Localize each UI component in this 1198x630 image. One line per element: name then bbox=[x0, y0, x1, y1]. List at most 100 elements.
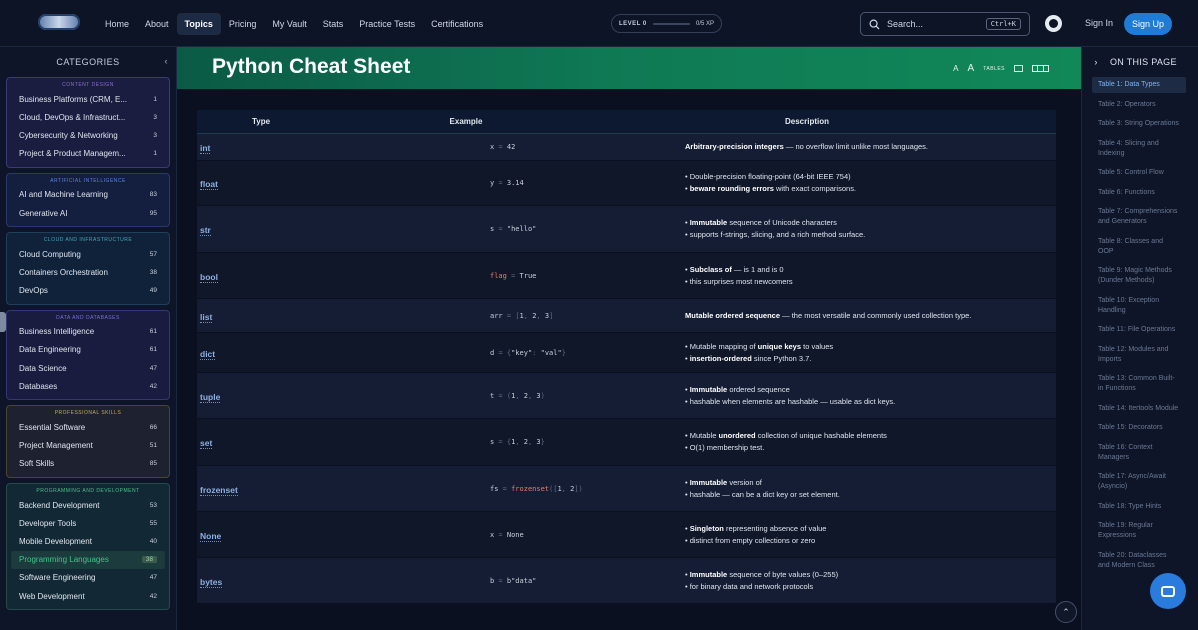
toc-item[interactable]: Table 14: Itertools Module bbox=[1092, 401, 1186, 417]
categories-sidebar: CATEGORIES ‹ CONTENT DESIGN Business Plat… bbox=[0, 47, 177, 630]
code-token: b"data" bbox=[506, 576, 537, 585]
category-item[interactable]: Backend Development 53 bbox=[7, 496, 169, 514]
description-line: • beware rounding errors with exact comp… bbox=[685, 183, 1056, 195]
font-increase-button[interactable]: A bbox=[968, 63, 975, 74]
category-item[interactable]: Soft Skills 85 bbox=[7, 455, 169, 473]
header-description: Description bbox=[785, 117, 830, 126]
category-count: 3 bbox=[153, 131, 157, 139]
description-line: • Immutable ordered sequence bbox=[685, 384, 1056, 396]
table-row: list arr = [1, 2, 3] Mutable ordered seque… bbox=[197, 299, 1056, 333]
category-item[interactable]: Web Development 42 bbox=[7, 587, 169, 605]
type-link[interactable]: bool bbox=[200, 271, 218, 283]
description-line: Mutable ordered sequence — the most vers… bbox=[685, 310, 1056, 322]
tables-label: TABLES bbox=[983, 65, 1005, 72]
toc-item[interactable]: Table 11: File Operations bbox=[1092, 322, 1186, 338]
toc-item[interactable]: Table 16: Context Managers bbox=[1092, 440, 1186, 466]
description-text: — is 1 and is 0 bbox=[731, 264, 784, 274]
code-token: = bbox=[494, 225, 507, 233]
category-item[interactable]: Project & Product Managem... 1 bbox=[7, 145, 169, 163]
sign-in-link[interactable]: Sign In bbox=[1085, 18, 1113, 28]
site-logo[interactable] bbox=[38, 14, 80, 30]
category-item[interactable]: Data Science 47 bbox=[7, 359, 169, 377]
type-link[interactable]: int bbox=[200, 143, 211, 154]
category-item[interactable]: Software Engineering 47 bbox=[7, 569, 169, 587]
category-item[interactable]: Generative AI 95 bbox=[7, 204, 169, 222]
toc-item[interactable]: Table 5: Control Flow bbox=[1092, 165, 1186, 181]
nav-link-stats[interactable]: Stats bbox=[315, 13, 352, 35]
category-item[interactable]: AI and Machine Learning 83 bbox=[7, 186, 169, 204]
sign-up-button[interactable]: Sign Up bbox=[1124, 13, 1172, 35]
search-box[interactable]: Search... Ctrl+K bbox=[860, 12, 1030, 36]
category-item[interactable]: Mobile Development 40 bbox=[7, 532, 169, 550]
category-item[interactable]: Business Intelligence 61 bbox=[7, 323, 169, 341]
single-column-icon[interactable] bbox=[1014, 65, 1023, 72]
description-cell: • Immutable sequence of byte values (0–2… bbox=[607, 569, 1056, 593]
category-item[interactable]: Cybersecurity & Networking 3 bbox=[7, 126, 169, 144]
category-name: Mobile Development bbox=[19, 536, 92, 546]
category-name: Cloud Computing bbox=[19, 249, 81, 259]
category-item[interactable]: DevOps 49 bbox=[7, 282, 169, 300]
nav-link-certifications[interactable]: Certifications bbox=[423, 13, 491, 35]
type-link[interactable]: list bbox=[200, 311, 213, 323]
toc-item[interactable]: Table 1: Data Types bbox=[1092, 77, 1186, 93]
toc-item[interactable]: Table 10: Exception Handling bbox=[1092, 293, 1186, 319]
type-link[interactable]: frozenset bbox=[200, 484, 238, 496]
code-token: : bbox=[532, 348, 541, 357]
category-item[interactable]: Databases 42 bbox=[7, 377, 169, 395]
type-link[interactable]: float bbox=[200, 179, 218, 190]
toc-item[interactable]: Table 8: Classes and OOP bbox=[1092, 234, 1186, 260]
toc-item[interactable]: Table 4: Slicing and Indexing bbox=[1092, 136, 1186, 162]
nav-link-about[interactable]: About bbox=[137, 13, 177, 35]
description-text: ordered sequence bbox=[727, 384, 790, 394]
font-decrease-button[interactable]: A bbox=[953, 64, 958, 73]
page-title: Python Cheat Sheet bbox=[212, 55, 411, 78]
type-link[interactable]: dict bbox=[200, 348, 216, 360]
scroll-to-top-button[interactable]: ⌃ bbox=[1055, 601, 1077, 623]
nav-link-home[interactable]: Home bbox=[97, 13, 137, 35]
collapse-chevron-icon[interactable]: ‹ bbox=[165, 56, 169, 66]
category-item[interactable]: Programming Languages 38 bbox=[11, 550, 165, 569]
category-item[interactable]: Data Engineering 61 bbox=[7, 341, 169, 359]
category-item[interactable]: Project Management 51 bbox=[7, 437, 169, 455]
category-item[interactable]: Containers Orchestration 38 bbox=[7, 263, 169, 281]
description-cell: Mutable ordered sequence — the most vers… bbox=[607, 310, 1056, 322]
type-link[interactable]: str bbox=[200, 225, 211, 236]
code-token: = bbox=[494, 438, 507, 446]
category-item[interactable]: Developer Tools 55 bbox=[7, 514, 169, 532]
nav-link-practice-tests[interactable]: Practice Tests bbox=[351, 13, 423, 35]
toc-item[interactable]: Table 20: Dataclasses and Modern Class bbox=[1092, 548, 1186, 574]
three-column-icon[interactable] bbox=[1032, 65, 1049, 72]
nav-link-topics[interactable]: Topics bbox=[176, 12, 221, 35]
sidebar-resize-handle[interactable] bbox=[0, 312, 6, 332]
toc-item[interactable]: Table 3: String Operations bbox=[1092, 116, 1186, 132]
category-item[interactable]: Essential Software 66 bbox=[7, 418, 169, 436]
toc-item[interactable]: Table 7: Comprehensions and Generators bbox=[1092, 204, 1186, 230]
toc-item[interactable]: Table 12: Modules and Imports bbox=[1092, 342, 1186, 368]
description-line: • Immutable sequence of byte values (0–2… bbox=[685, 569, 1056, 581]
toc-item[interactable]: Table 19: Regular Expressions bbox=[1092, 518, 1186, 544]
toc-item[interactable]: Table 9: Magic Methods (Dunder Methods) bbox=[1092, 263, 1186, 289]
category-item[interactable]: Cloud Computing 57 bbox=[7, 245, 169, 263]
toc-item[interactable]: Table 18: Type Hints bbox=[1092, 499, 1186, 515]
toc-item[interactable]: Table 6: Functions bbox=[1092, 185, 1186, 201]
type-link[interactable]: None bbox=[200, 530, 222, 542]
toc-item[interactable]: Table 17: Async/Await (Asyncio) bbox=[1092, 469, 1186, 495]
toc-item[interactable]: Table 13: Common Built-in Functions bbox=[1092, 371, 1186, 397]
category-name: Data Engineering bbox=[19, 345, 81, 355]
toc-item[interactable]: Table 15: Decorators bbox=[1092, 420, 1186, 436]
toc-item[interactable]: Table 2: Operators bbox=[1092, 97, 1186, 113]
github-icon[interactable] bbox=[1045, 15, 1062, 32]
expand-chevron-icon[interactable]: › bbox=[1082, 57, 1110, 67]
category-item[interactable]: Cloud, DevOps & Infrastruct... 3 bbox=[7, 108, 169, 126]
category-count: 47 bbox=[149, 574, 157, 582]
category-name: Cybersecurity & Networking bbox=[19, 130, 118, 140]
description-text: — no overflow limit unlike most language… bbox=[783, 142, 929, 151]
type-link[interactable]: set bbox=[200, 438, 213, 449]
type-link[interactable]: tuple bbox=[200, 391, 221, 403]
code-token: = bbox=[502, 311, 516, 320]
chat-button[interactable] bbox=[1150, 573, 1186, 609]
category-item[interactable]: Business Platforms (CRM, E... 1 bbox=[7, 90, 169, 108]
nav-link-pricing[interactable]: Pricing bbox=[221, 13, 265, 35]
type-link[interactable]: bytes bbox=[200, 576, 223, 588]
nav-link-my-vault[interactable]: My Vault bbox=[264, 13, 314, 35]
